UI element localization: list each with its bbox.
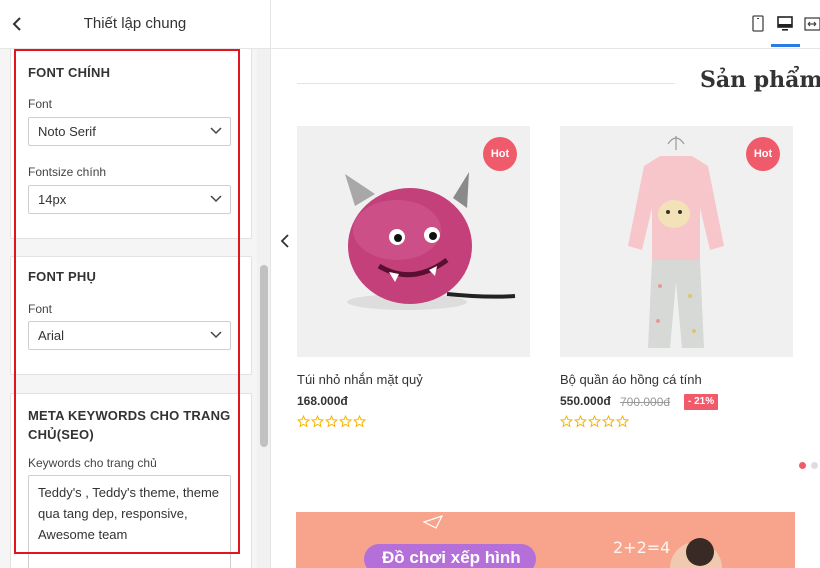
product-name[interactable]: Túi nhỏ nhắn mặt quỷ [297, 372, 423, 387]
banner-title: Đồ chơi xếp hình [382, 548, 521, 567]
hot-badge: Hot [746, 137, 780, 171]
preview-toolbar [271, 0, 820, 49]
heading-divider [297, 83, 675, 84]
product-price: 168.000đ [297, 394, 348, 408]
product-old-price: 700.000đ [620, 395, 671, 409]
star-icon [588, 415, 601, 428]
star-icon [311, 415, 324, 428]
desktop-view-icon[interactable] [777, 15, 793, 33]
carousel-dot-active[interactable] [799, 462, 806, 469]
product-price: 550.000đ [560, 394, 611, 408]
panel-title: Thiết lập chung [83, 15, 187, 32]
discount-badge: - 21% [684, 394, 719, 410]
product-image[interactable]: Hot [297, 126, 530, 357]
active-view-indicator [771, 44, 800, 47]
star-icon [339, 415, 352, 428]
star-icon [616, 415, 629, 428]
star-icon [560, 415, 573, 428]
banner-math-text: 2+2=4 [613, 538, 671, 557]
panel-header: Thiết lập chung [0, 0, 270, 49]
star-icon [297, 415, 310, 428]
promo-banner[interactable]: Đồ chơi xếp hình 2+2=4 [296, 512, 795, 568]
mobile-view-icon[interactable] [750, 15, 766, 33]
product-image[interactable]: Hot [560, 126, 793, 357]
scrollbar-thumb[interactable] [260, 265, 268, 447]
carousel-dot[interactable] [811, 462, 818, 469]
star-icon [325, 415, 338, 428]
star-icon [574, 415, 587, 428]
fullwidth-view-icon[interactable] [804, 15, 820, 33]
product-name[interactable]: Bộ quần áo hồng cá tính [560, 372, 702, 387]
star-icon [602, 415, 615, 428]
hot-badge: Hot [483, 137, 517, 171]
carousel-prev-icon[interactable] [279, 232, 291, 250]
highlight-box [14, 49, 240, 554]
section-heading: Sản phẩm H [700, 67, 820, 93]
star-icon [353, 415, 366, 428]
